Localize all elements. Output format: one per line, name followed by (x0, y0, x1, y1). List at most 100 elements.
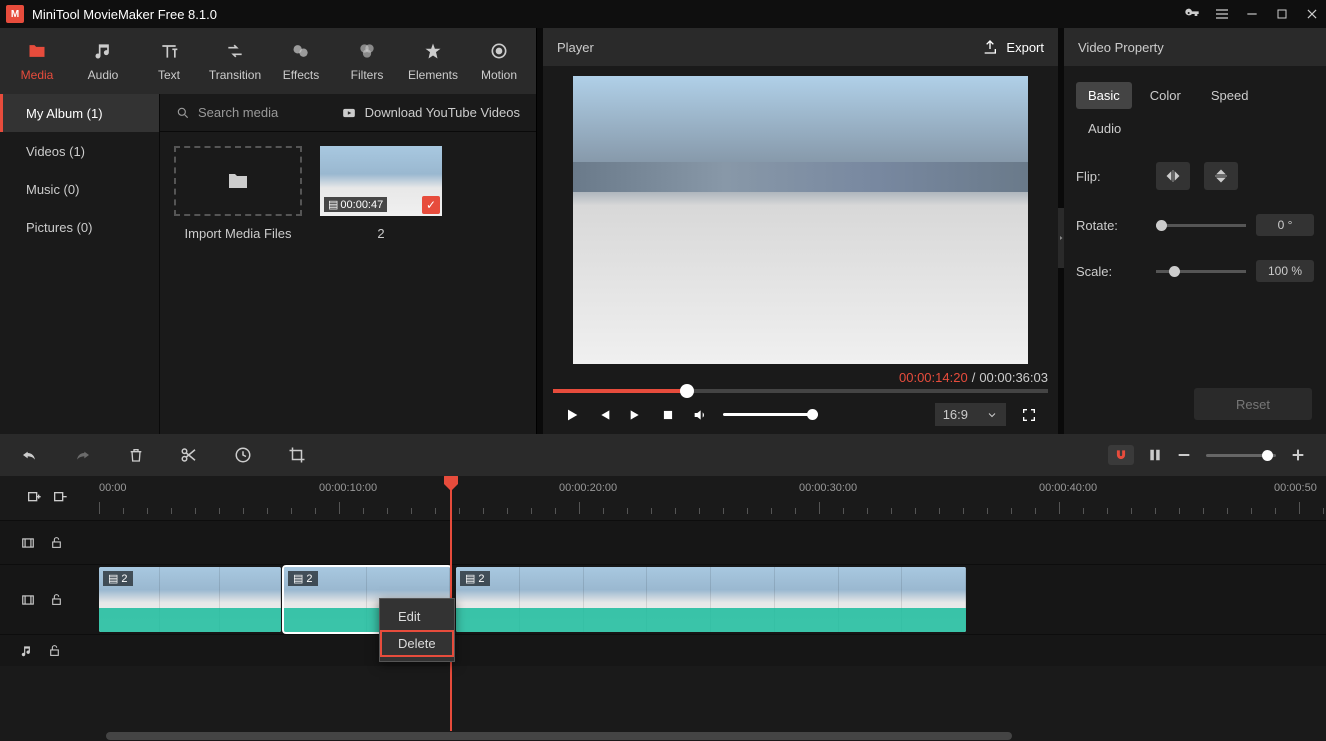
search-media[interactable]: Search media (176, 105, 278, 120)
zoom-out-button[interactable] (1176, 447, 1192, 463)
film-icon (20, 536, 36, 550)
zoom-slider[interactable] (1206, 454, 1276, 457)
video-clip[interactable]: ▤2 (456, 567, 966, 632)
youtube-label: Download YouTube Videos (365, 105, 520, 120)
text-icon (158, 40, 180, 62)
lock-icon[interactable] (50, 535, 63, 550)
overlay-track (0, 520, 1326, 564)
reset-button[interactable]: Reset (1194, 388, 1312, 420)
export-icon (982, 39, 998, 55)
tab-label: Elements (408, 68, 458, 82)
folder-icon (224, 169, 252, 193)
snap-toggle[interactable] (1148, 447, 1162, 463)
prev-frame-button[interactable] (595, 406, 613, 424)
seek-bar[interactable] (553, 389, 1048, 393)
library-panel: Media Audio Text Transition Effects Filt… (0, 28, 537, 434)
time-ruler[interactable]: 00:00 00:00:10:00 00:00:20:00 00:00:30:0… (94, 476, 1326, 520)
context-delete[interactable]: Delete (380, 630, 454, 657)
current-time: 00:00:14:20 (899, 370, 968, 385)
close-button[interactable] (1304, 6, 1320, 22)
tab-transition[interactable]: Transition (204, 40, 266, 82)
property-title: Video Property (1078, 40, 1164, 55)
collapse-property-button[interactable] (1058, 208, 1064, 268)
stop-button[interactable] (659, 406, 677, 424)
film-icon: ▤ (465, 572, 475, 585)
minimize-button[interactable] (1244, 6, 1260, 22)
tab-audio[interactable]: Audio (72, 40, 134, 82)
context-edit[interactable]: Edit (380, 603, 454, 630)
sidebar-label: Music (0) (26, 182, 79, 197)
zoom-in-button[interactable] (1290, 447, 1306, 463)
prop-tab-color[interactable]: Color (1138, 82, 1193, 109)
crop-button[interactable] (288, 446, 306, 464)
delete-button[interactable] (128, 446, 144, 464)
tab-label: Audio (88, 68, 119, 82)
video-track-body[interactable]: ▤2 ▤2 ▤2 Edit Delete (94, 565, 1326, 634)
tab-label: Text (158, 68, 180, 82)
magnet-toggle[interactable] (1108, 445, 1134, 465)
fullscreen-button[interactable] (1020, 406, 1038, 424)
tab-elements[interactable]: Elements (402, 40, 464, 82)
tab-text[interactable]: Text (138, 40, 200, 82)
prop-tab-audio[interactable]: Audio (1076, 115, 1133, 142)
music-icon (20, 644, 34, 658)
app-logo: M (6, 5, 24, 23)
video-clip[interactable]: ▤2 (99, 567, 281, 632)
export-label: Export (1006, 40, 1044, 55)
flip-vertical-button[interactable] (1204, 162, 1238, 190)
sidebar-item-myalbum[interactable]: My Album (1) (0, 94, 159, 132)
menu-icon[interactable] (1214, 6, 1230, 22)
aspect-ratio-select[interactable]: 16:9 (935, 403, 1006, 426)
add-marker-button[interactable] (26, 490, 42, 506)
chevron-down-icon (986, 409, 998, 421)
export-button[interactable]: Export (982, 39, 1044, 55)
redo-button[interactable] (74, 447, 92, 463)
audio-track (0, 634, 1326, 666)
folder-icon (26, 40, 48, 62)
sidebar-item-music[interactable]: Music (0) (0, 170, 159, 208)
flip-label: Flip: (1076, 169, 1156, 184)
tab-effects[interactable]: Effects (270, 40, 332, 82)
tab-filters[interactable]: Filters (336, 40, 398, 82)
tab-media[interactable]: Media (6, 40, 68, 82)
import-media-button[interactable]: Import Media Files (174, 146, 302, 241)
scale-value[interactable]: 100 % (1256, 260, 1314, 282)
search-icon (176, 106, 190, 120)
rotate-slider[interactable] (1156, 224, 1246, 227)
maximize-button[interactable] (1274, 6, 1290, 22)
next-frame-button[interactable] (627, 406, 645, 424)
upgrade-key-icon[interactable] (1184, 6, 1200, 22)
thumb-duration: 00:00:47 (340, 199, 383, 211)
video-track: ▤2 ▤2 ▤2 Edit Delete (0, 564, 1326, 634)
sidebar-item-pictures[interactable]: Pictures (0) (0, 208, 159, 246)
prop-tab-basic[interactable]: Basic (1076, 82, 1132, 109)
search-placeholder: Search media (198, 105, 278, 120)
lock-icon[interactable] (50, 592, 63, 607)
tab-motion[interactable]: Motion (468, 40, 530, 82)
film-icon (20, 593, 36, 607)
timeline-scrollbar[interactable] (0, 731, 1326, 741)
film-icon: ▤ (328, 198, 338, 211)
rotate-value[interactable]: 0 ° (1256, 214, 1314, 236)
sidebar-label: Videos (1) (26, 144, 85, 159)
lock-icon[interactable] (48, 643, 61, 658)
scale-slider[interactable] (1156, 270, 1246, 273)
timeline-panel: 00:00 00:00:10:00 00:00:20:00 00:00:30:0… (0, 434, 1326, 741)
volume-slider[interactable] (723, 413, 818, 416)
speed-button[interactable] (234, 446, 252, 464)
remove-marker-button[interactable] (52, 490, 68, 506)
video-preview[interactable] (573, 76, 1028, 364)
prop-tab-speed[interactable]: Speed (1199, 82, 1261, 109)
media-thumbnail[interactable]: ▤00:00:47 ✓ 2 (320, 146, 442, 241)
tab-label: Effects (283, 68, 319, 82)
volume-button[interactable] (691, 406, 709, 424)
play-button[interactable] (563, 406, 581, 424)
filters-icon (356, 40, 378, 62)
undo-button[interactable] (20, 447, 38, 463)
motion-icon (488, 40, 510, 62)
transition-icon (224, 40, 246, 62)
download-youtube-button[interactable]: Download YouTube Videos (341, 105, 520, 120)
split-button[interactable] (180, 446, 198, 464)
flip-horizontal-button[interactable] (1156, 162, 1190, 190)
sidebar-item-videos[interactable]: Videos (1) (0, 132, 159, 170)
